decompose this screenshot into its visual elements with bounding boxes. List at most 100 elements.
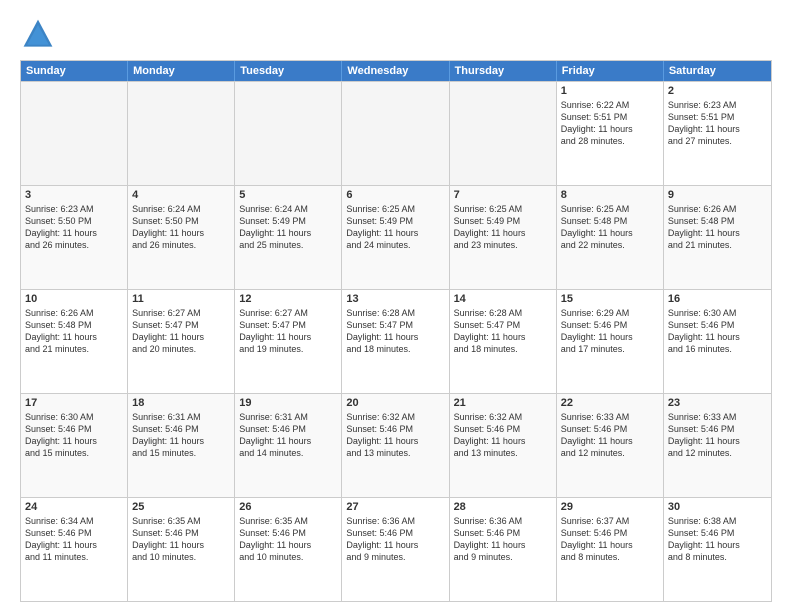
day-info: Sunrise: 6:38 AMSunset: 5:46 PMDaylight:… <box>668 515 767 564</box>
day-info: Sunrise: 6:35 AMSunset: 5:46 PMDaylight:… <box>132 515 230 564</box>
day-info: Sunrise: 6:27 AMSunset: 5:47 PMDaylight:… <box>239 307 337 356</box>
calendar-row-4: 24 Sunrise: 6:34 AMSunset: 5:46 PMDayligh… <box>21 497 771 601</box>
day-number: 30 <box>668 501 767 513</box>
day-cell-30: 30 Sunrise: 6:38 AMSunset: 5:46 PMDayligh… <box>664 498 771 601</box>
day-number: 6 <box>346 189 444 201</box>
day-cell-25: 25 Sunrise: 6:35 AMSunset: 5:46 PMDayligh… <box>128 498 235 601</box>
day-number: 21 <box>454 397 552 409</box>
day-number: 8 <box>561 189 659 201</box>
day-info: Sunrise: 6:32 AMSunset: 5:46 PMDaylight:… <box>346 411 444 460</box>
day-cell-17: 17Sunrise: 6:30 AMSunset: 5:46 PMDayligh… <box>21 394 128 497</box>
day-cell-13: 13 Sunrise: 6:28 AMSunset: 5:47 PMDayligh… <box>342 290 449 393</box>
empty-cell <box>235 82 342 185</box>
day-number: 15 <box>561 293 659 305</box>
day-info: Sunrise: 6:36 AMSunset: 5:46 PMDaylight:… <box>454 515 552 564</box>
day-info: Sunrise: 6:33 AMSunset: 5:46 PMDaylight:… <box>668 411 767 460</box>
empty-cell <box>450 82 557 185</box>
day-cell-27: 27Sunrise: 6:36 AMSunset: 5:46 PMDayligh… <box>342 498 449 601</box>
empty-cell <box>342 82 449 185</box>
day-cell-22: 22 Sunrise: 6:33 AMSunset: 5:46 PMDayligh… <box>557 394 664 497</box>
day-info: Sunrise: 6:24 AMSunset: 5:49 PMDaylight:… <box>239 203 337 252</box>
day-info: Sunrise: 6:31 AMSunset: 5:46 PMDaylight:… <box>239 411 337 460</box>
day-number: 13 <box>346 293 444 305</box>
day-cell-5: 5 Sunrise: 6:24 AMSunset: 5:49 PMDaylight… <box>235 186 342 289</box>
day-cell-16: 16 Sunrise: 6:30 AMSunset: 5:46 PMDayligh… <box>664 290 771 393</box>
day-info: Sunrise: 6:28 AMSunset: 5:47 PMDaylight:… <box>346 307 444 356</box>
day-number: 14 <box>454 293 552 305</box>
day-info: Sunrise: 6:32 AMSunset: 5:46 PMDaylight:… <box>454 411 552 460</box>
day-cell-19: 19 Sunrise: 6:31 AMSunset: 5:46 PMDayligh… <box>235 394 342 497</box>
day-info: Sunrise: 6:27 AMSunset: 5:47 PMDaylight:… <box>132 307 230 356</box>
day-cell-10: 10Sunrise: 6:26 AMSunset: 5:48 PMDayligh… <box>21 290 128 393</box>
calendar-row-1: 3Sunrise: 6:23 AMSunset: 5:50 PMDaylight… <box>21 185 771 289</box>
day-cell-26: 26Sunrise: 6:35 AMSunset: 5:46 PMDayligh… <box>235 498 342 601</box>
day-info: Sunrise: 6:26 AMSunset: 5:48 PMDaylight:… <box>668 203 767 252</box>
weekday-header-monday: Monday <box>128 61 235 81</box>
day-number: 23 <box>668 397 767 409</box>
day-cell-24: 24 Sunrise: 6:34 AMSunset: 5:46 PMDayligh… <box>21 498 128 601</box>
day-cell-28: 28Sunrise: 6:36 AMSunset: 5:46 PMDayligh… <box>450 498 557 601</box>
header <box>20 16 772 52</box>
day-cell-23: 23 Sunrise: 6:33 AMSunset: 5:46 PMDayligh… <box>664 394 771 497</box>
day-info: Sunrise: 6:33 AMSunset: 5:46 PMDaylight:… <box>561 411 659 460</box>
day-info: Sunrise: 6:23 AMSunset: 5:50 PMDaylight:… <box>25 203 123 252</box>
calendar: SundayMondayTuesdayWednesdayThursdayFrid… <box>20 60 772 602</box>
day-number: 19 <box>239 397 337 409</box>
day-number: 1 <box>561 85 659 97</box>
day-number: 16 <box>668 293 767 305</box>
day-info: Sunrise: 6:31 AMSunset: 5:46 PMDaylight:… <box>132 411 230 460</box>
day-info: Sunrise: 6:25 AMSunset: 5:49 PMDaylight:… <box>346 203 444 252</box>
weekday-header-sunday: Sunday <box>21 61 128 81</box>
day-number: 5 <box>239 189 337 201</box>
calendar-row-3: 17Sunrise: 6:30 AMSunset: 5:46 PMDayligh… <box>21 393 771 497</box>
day-cell-2: 2Sunrise: 6:23 AMSunset: 5:51 PMDaylight… <box>664 82 771 185</box>
day-info: Sunrise: 6:29 AMSunset: 5:46 PMDaylight:… <box>561 307 659 356</box>
logo <box>20 16 62 52</box>
day-cell-20: 20 Sunrise: 6:32 AMSunset: 5:46 PMDayligh… <box>342 394 449 497</box>
day-number: 2 <box>668 85 767 97</box>
day-cell-11: 11 Sunrise: 6:27 AMSunset: 5:47 PMDayligh… <box>128 290 235 393</box>
day-cell-12: 12 Sunrise: 6:27 AMSunset: 5:47 PMDayligh… <box>235 290 342 393</box>
day-cell-4: 4 Sunrise: 6:24 AMSunset: 5:50 PMDaylight… <box>128 186 235 289</box>
day-info: Sunrise: 6:34 AMSunset: 5:46 PMDaylight:… <box>25 515 123 564</box>
day-number: 11 <box>132 293 230 305</box>
day-number: 27 <box>346 501 444 513</box>
day-cell-21: 21 Sunrise: 6:32 AMSunset: 5:46 PMDayligh… <box>450 394 557 497</box>
day-cell-14: 14 Sunrise: 6:28 AMSunset: 5:47 PMDayligh… <box>450 290 557 393</box>
day-cell-9: 9 Sunrise: 6:26 AMSunset: 5:48 PMDaylight… <box>664 186 771 289</box>
empty-cell <box>21 82 128 185</box>
day-info: Sunrise: 6:25 AMSunset: 5:49 PMDaylight:… <box>454 203 552 252</box>
day-info: Sunrise: 6:37 AMSunset: 5:46 PMDaylight:… <box>561 515 659 564</box>
weekday-header-saturday: Saturday <box>664 61 771 81</box>
day-number: 20 <box>346 397 444 409</box>
day-cell-15: 15 Sunrise: 6:29 AMSunset: 5:46 PMDayligh… <box>557 290 664 393</box>
day-info: Sunrise: 6:22 AMSunset: 5:51 PMDaylight:… <box>561 99 659 148</box>
day-cell-1: 1 Sunrise: 6:22 AMSunset: 5:51 PMDaylight… <box>557 82 664 185</box>
day-number: 12 <box>239 293 337 305</box>
day-number: 4 <box>132 189 230 201</box>
day-info: Sunrise: 6:28 AMSunset: 5:47 PMDaylight:… <box>454 307 552 356</box>
day-number: 18 <box>132 397 230 409</box>
page: SundayMondayTuesdayWednesdayThursdayFrid… <box>0 0 792 612</box>
day-cell-6: 6 Sunrise: 6:25 AMSunset: 5:49 PMDaylight… <box>342 186 449 289</box>
weekday-header-friday: Friday <box>557 61 664 81</box>
day-info: Sunrise: 6:35 AMSunset: 5:46 PMDaylight:… <box>239 515 337 564</box>
day-info: Sunrise: 6:26 AMSunset: 5:48 PMDaylight:… <box>25 307 123 356</box>
weekday-header-tuesday: Tuesday <box>235 61 342 81</box>
day-info: Sunrise: 6:24 AMSunset: 5:50 PMDaylight:… <box>132 203 230 252</box>
day-number: 9 <box>668 189 767 201</box>
day-cell-8: 8Sunrise: 6:25 AMSunset: 5:48 PMDaylight… <box>557 186 664 289</box>
day-cell-18: 18 Sunrise: 6:31 AMSunset: 5:46 PMDayligh… <box>128 394 235 497</box>
day-number: 25 <box>132 501 230 513</box>
calendar-header: SundayMondayTuesdayWednesdayThursdayFrid… <box>21 61 771 81</box>
weekday-header-thursday: Thursday <box>450 61 557 81</box>
calendar-row-2: 10Sunrise: 6:26 AMSunset: 5:48 PMDayligh… <box>21 289 771 393</box>
day-number: 29 <box>561 501 659 513</box>
day-number: 22 <box>561 397 659 409</box>
empty-cell <box>128 82 235 185</box>
day-cell-29: 29 Sunrise: 6:37 AMSunset: 5:46 PMDayligh… <box>557 498 664 601</box>
day-number: 24 <box>25 501 123 513</box>
day-cell-3: 3Sunrise: 6:23 AMSunset: 5:50 PMDaylight… <box>21 186 128 289</box>
day-info: Sunrise: 6:30 AMSunset: 5:46 PMDaylight:… <box>668 307 767 356</box>
day-cell-7: 7Sunrise: 6:25 AMSunset: 5:49 PMDaylight… <box>450 186 557 289</box>
